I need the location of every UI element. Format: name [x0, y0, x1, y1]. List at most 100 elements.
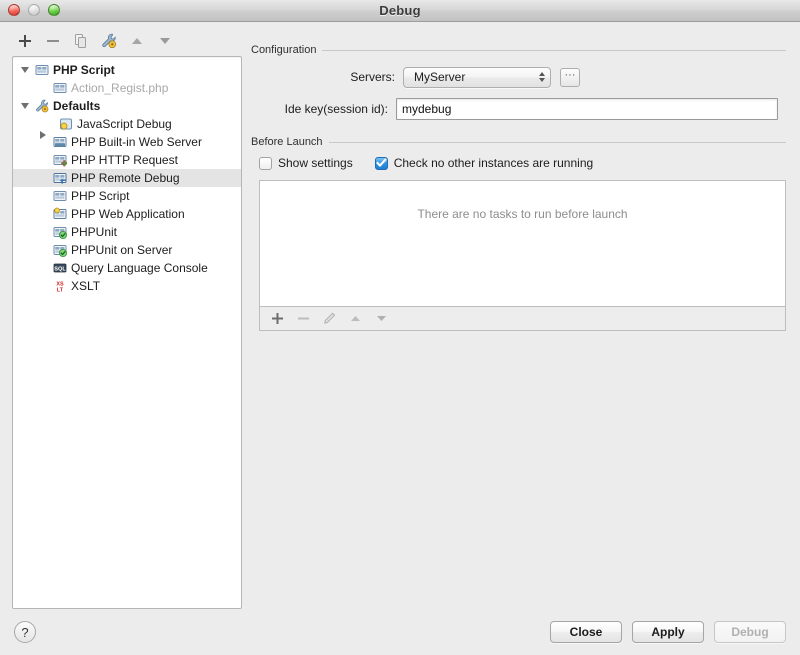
javascript-debug-icon: [57, 116, 75, 132]
footer-actions: Close Apply Debug: [550, 621, 786, 643]
dialog-footer: ? Close Apply Debug: [0, 609, 800, 655]
arrow-down-icon: [376, 316, 386, 321]
servers-browse-button[interactable]: ···: [560, 67, 580, 87]
php-script-icon: [33, 62, 51, 78]
servers-select[interactable]: MyServer: [403, 66, 551, 88]
plus-icon: [19, 35, 31, 47]
add-task-button[interactable]: [266, 309, 288, 329]
tree-item-query-language-console[interactable]: SQL Query Language Console: [13, 259, 241, 277]
php-web-app-icon: [53, 207, 67, 219]
php-web-app-icon: [51, 206, 69, 222]
tree-item-phpunit[interactable]: PHPUnit: [13, 223, 241, 241]
tree-item-phpunit-on-server[interactable]: PHPUnit on Server: [13, 241, 241, 259]
idekey-input[interactable]: [396, 98, 778, 120]
before-launch-group-header: Before Launch: [251, 136, 786, 148]
remove-configuration-button[interactable]: [40, 30, 66, 52]
xslt-icon: XSLT: [56, 282, 64, 293]
wrench-icon: [36, 99, 49, 113]
configuration-group-title: Configuration: [251, 44, 317, 56]
php-web-server-icon: [53, 137, 67, 147]
move-down-button[interactable]: [152, 30, 178, 52]
tree-item-php-built-in-web-server[interactable]: PHP Built-in Web Server: [13, 133, 241, 151]
tree-item-php-web-application[interactable]: PHP Web Application: [13, 205, 241, 223]
tree-item-label: PHPUnit: [71, 225, 118, 239]
edit-task-button[interactable]: [318, 309, 340, 329]
before-launch-tasks-list[interactable]: There are no tasks to run before launch: [259, 180, 786, 307]
zoom-window-icon[interactable]: [48, 4, 60, 16]
idekey-label: Ide key(session id):: [284, 102, 388, 116]
window-title: Debug: [379, 3, 421, 18]
sql-console-icon: SQL: [51, 260, 69, 276]
tasks-empty-message: There are no tasks to run before launch: [417, 207, 628, 221]
edit-defaults-button[interactable]: [96, 30, 122, 52]
arrow-down-icon: [160, 38, 170, 44]
arrow-up-icon: [132, 38, 142, 44]
close-button[interactable]: Close: [550, 621, 622, 643]
sql-console-icon: SQL: [53, 263, 67, 273]
tree-item-php-script[interactable]: PHP Script: [13, 187, 241, 205]
php-script-icon: [51, 80, 69, 96]
checkbox-box-icon: [259, 156, 272, 170]
php-remote-debug-icon: [51, 170, 69, 186]
move-up-button[interactable]: [124, 30, 150, 52]
tree-item-label: PHP Remote Debug: [71, 171, 180, 185]
run-configurations-tree[interactable]: PHP Script Action_Regist.php Defaults JavaS…: [12, 56, 242, 609]
apply-button[interactable]: Apply: [632, 621, 704, 643]
servers-label: Servers:: [350, 70, 395, 84]
plus-icon: [271, 313, 283, 324]
phpunit-icon: [53, 227, 67, 239]
wrench-icon: [33, 98, 51, 114]
tree-item-xslt[interactable]: XS LT XSLT: [13, 277, 241, 295]
checkbox-checked-icon: [374, 156, 388, 170]
help-button[interactable]: ?: [14, 621, 36, 643]
tree-item-php-script[interactable]: PHP Script: [13, 61, 241, 79]
check-no-other-instances-label: Check no other instances are running: [393, 156, 594, 170]
phpunit-icon: [51, 224, 69, 240]
phpunit-server-icon: [51, 242, 69, 258]
add-configuration-button[interactable]: [12, 30, 38, 52]
before-launch-group-title: Before Launch: [251, 136, 323, 148]
copy-configuration-button[interactable]: [68, 30, 94, 52]
tree-item-php-http-request[interactable]: PHP HTTP Request: [13, 151, 241, 169]
debug-dialog-window: Debug PHP Script Action_Regist.php Defau…: [0, 0, 800, 655]
php-script-icon: [35, 65, 49, 75]
chevron-down-icon[interactable]: [17, 62, 33, 78]
copy-icon: [75, 34, 86, 48]
configuration-group-header: Configuration: [251, 44, 786, 56]
arrow-up-icon: [350, 316, 360, 321]
chevron-right-icon[interactable]: [35, 113, 57, 139]
tree-item-php-remote-debug[interactable]: PHP Remote Debug: [13, 169, 241, 187]
close-window-icon[interactable]: [8, 4, 20, 16]
tree-item-label: XSLT: [71, 279, 101, 293]
dialog-body: PHP Script Action_Regist.php Defaults JavaS…: [0, 22, 800, 609]
configurations-toolbar: [0, 28, 243, 54]
show-settings-label: Show settings: [278, 156, 353, 170]
tasks-toolbar: [259, 307, 786, 331]
svg-text:LT: LT: [57, 287, 64, 293]
move-task-up-button[interactable]: [344, 309, 366, 329]
check-no-other-instances-checkbox[interactable]: Check no other instances are running: [374, 156, 594, 170]
configurations-pane: PHP Script Action_Regist.php Defaults JavaS…: [0, 22, 243, 609]
servers-field-row: Servers: MyServer ···: [251, 64, 786, 90]
php-script-icon: [51, 188, 69, 204]
tree-item-label: JavaScript Debug: [77, 117, 172, 131]
tree-item-label: Action_Regist.php: [71, 81, 169, 95]
move-task-down-button[interactable]: [370, 309, 392, 329]
php-web-server-icon: [51, 134, 69, 150]
show-settings-checkbox[interactable]: Show settings: [259, 156, 353, 170]
minimize-window-icon[interactable]: [28, 4, 40, 16]
tree-item-javascript-debug[interactable]: JavaScript Debug: [13, 113, 241, 139]
tree-item-action-regist-php[interactable]: Action_Regist.php: [13, 79, 241, 97]
servers-selected-value: MyServer: [414, 70, 466, 84]
before-launch-group: Before Launch Show settings Check no oth…: [251, 136, 786, 331]
debug-button: Debug: [714, 621, 786, 643]
remove-task-button[interactable]: [292, 309, 314, 329]
chevron-down-icon[interactable]: [17, 98, 33, 114]
minus-icon: [47, 40, 59, 42]
tree-item-label: PHPUnit on Server: [71, 243, 173, 257]
